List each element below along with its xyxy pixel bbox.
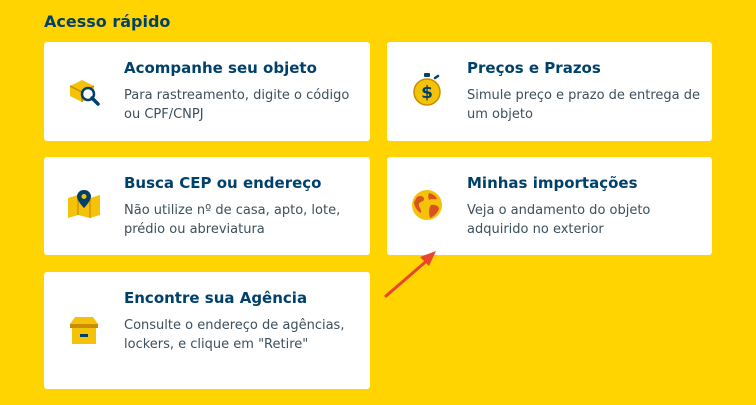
card-title: Minhas importações (467, 174, 638, 192)
card-prices-deadlines[interactable]: $ Preços e Prazos Simule preço e prazo d… (387, 42, 712, 141)
card-description: Simule preço e prazo de entrega de um ob… (467, 88, 701, 122)
card-description: Consulte o endereço de agências, lockers… (124, 318, 345, 352)
card-cep-search[interactable]: Busca CEP ou endereço Não utilize nº de … (44, 157, 370, 255)
card-description: Não utilize nº de casa, apto, lote, préd… (124, 203, 341, 237)
card-description: Para rastreamento, digite o código ou CP… (124, 88, 350, 122)
annotation-arrow (384, 251, 436, 298)
card-description: Veja o andamento do objeto adquirido no … (467, 203, 651, 237)
globe-icon (409, 187, 445, 223)
stopwatch-dollar-icon: $ (409, 72, 445, 108)
card-title: Busca CEP ou endereço (124, 174, 322, 192)
svg-text:$: $ (421, 83, 433, 103)
card-find-agency[interactable]: Encontre sua Agência Consulte o endereço… (44, 272, 370, 389)
card-title: Preços e Prazos (467, 59, 601, 77)
package-search-icon (66, 72, 102, 108)
card-title: Acompanhe seu objeto (124, 59, 317, 77)
card-title: Encontre sua Agência (124, 289, 308, 307)
section-title: Acesso rápido (44, 12, 171, 31)
card-track-object[interactable]: Acompanhe seu objeto Para rastreamento, … (44, 42, 370, 141)
agency-building-icon (66, 312, 102, 348)
map-pin-icon (66, 187, 102, 223)
